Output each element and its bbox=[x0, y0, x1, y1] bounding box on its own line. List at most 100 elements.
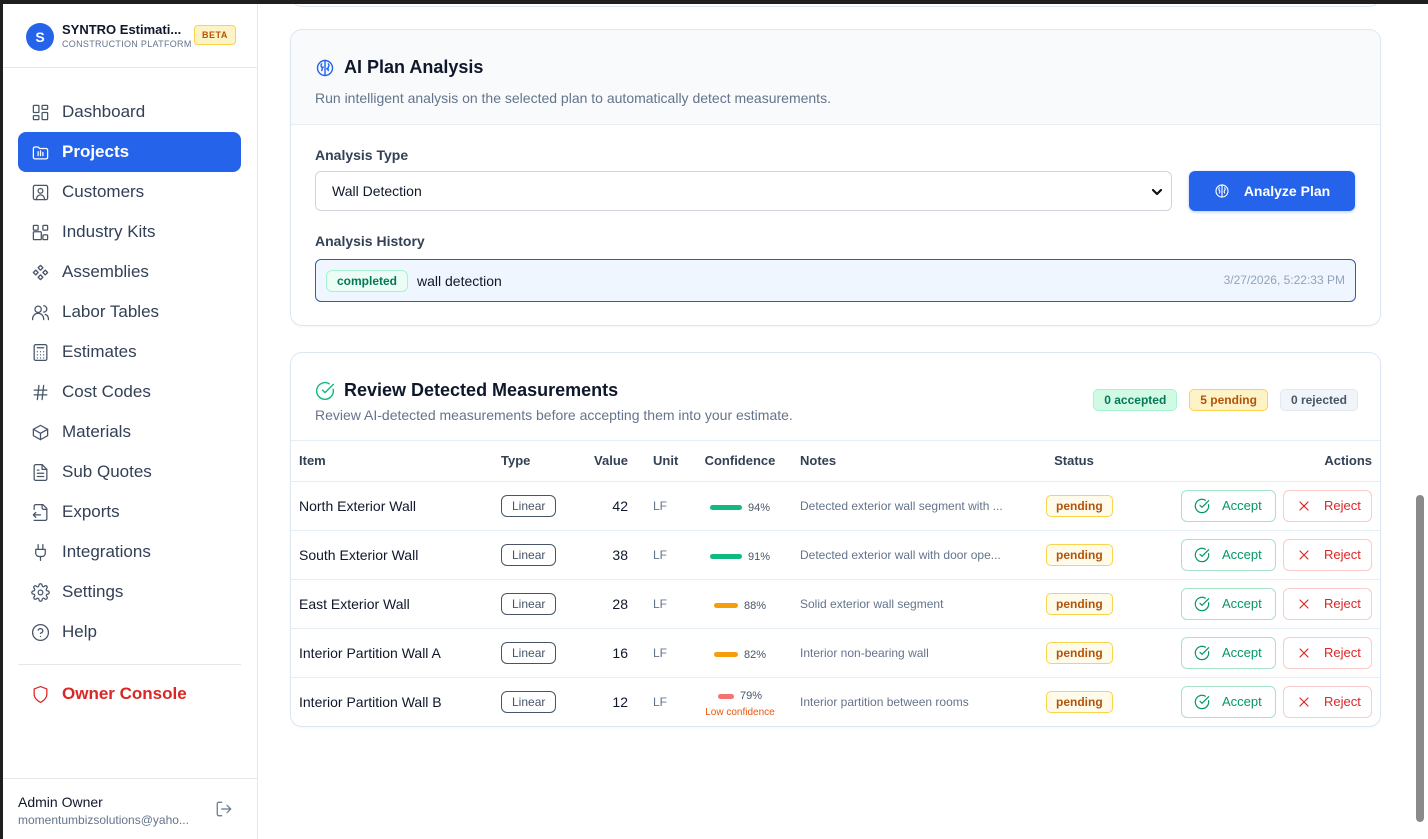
notes-text: Solid exterior wall segment bbox=[800, 596, 944, 611]
sidebar-item-settings[interactable]: Settings bbox=[18, 572, 241, 612]
sidebar-item-cost-codes[interactable]: Cost Codes bbox=[18, 372, 241, 412]
measurement-unit: LF bbox=[653, 498, 668, 513]
sidebar-item-sub-quotes[interactable]: Sub Quotes bbox=[18, 452, 241, 492]
analyze-plan-button[interactable]: Analyze Plan bbox=[1189, 171, 1355, 211]
user-name: Admin Owner bbox=[18, 794, 103, 810]
sidebar-item-label: Industry Kits bbox=[62, 222, 156, 241]
sidebar-item-materials[interactable]: Materials bbox=[18, 412, 241, 452]
sidebar-item-label: Sub Quotes bbox=[62, 462, 152, 481]
analysis-type-label: Analysis Type bbox=[315, 147, 409, 163]
brand-name[interactable]: SYNTRO Estimati... bbox=[62, 22, 186, 37]
sidebar-item-owner-console[interactable]: Owner Console bbox=[18, 674, 241, 714]
close-icon bbox=[1296, 498, 1312, 514]
card-title: Review Detected Measurements bbox=[315, 380, 618, 401]
type-badge: Linear bbox=[501, 641, 557, 664]
close-icon bbox=[1296, 694, 1312, 710]
nav-divider bbox=[18, 664, 241, 665]
shield-icon bbox=[30, 684, 50, 704]
sidebar-item-assemblies[interactable]: Assemblies bbox=[18, 252, 241, 292]
reject-button[interactable]: Reject bbox=[1283, 636, 1372, 669]
export-icon bbox=[30, 502, 50, 522]
reject-button[interactable]: Reject bbox=[1283, 685, 1372, 718]
review-description: Review AI-detected measurements before a… bbox=[315, 407, 793, 423]
card-title: AI Plan Analysis bbox=[315, 57, 483, 78]
reject-button[interactable]: Reject bbox=[1283, 538, 1372, 571]
confidence-bar bbox=[709, 505, 742, 511]
table-header-row: Item Type Value Unit Confidence Notes St… bbox=[291, 441, 1380, 481]
sidebar-item-integrations[interactable]: Integrations bbox=[18, 532, 241, 572]
sidebar-item-estimates[interactable]: Estimates bbox=[18, 332, 241, 372]
industry-kits-icon bbox=[30, 222, 50, 242]
table-body: North Exterior Wall Linear 42 LF 94% Det… bbox=[291, 481, 1380, 726]
accept-button[interactable]: Accept bbox=[1181, 489, 1276, 522]
accept-label: Accept bbox=[1222, 498, 1262, 513]
reject-label: Reject bbox=[1324, 596, 1361, 611]
brand-logo[interactable]: S bbox=[26, 23, 54, 51]
sidebar-item-help[interactable]: Help bbox=[18, 612, 241, 652]
hash-icon bbox=[30, 382, 50, 402]
check-circle-icon bbox=[1194, 694, 1210, 710]
scrollbar-thumb[interactable] bbox=[1416, 495, 1424, 822]
sidebar-item-label: Help bbox=[62, 622, 97, 641]
sidebar-item-label: Dashboard bbox=[62, 102, 146, 121]
accept-button[interactable]: Accept bbox=[1181, 636, 1276, 669]
status-badge: pending bbox=[1046, 690, 1113, 713]
chevron-down-icon bbox=[1151, 185, 1163, 197]
plug-icon bbox=[30, 542, 50, 562]
gear-icon bbox=[30, 582, 50, 602]
sidebar: S SYNTRO Estimati... CONSTRUCTION PLATFO… bbox=[0, 4, 258, 839]
sidebar-item-customers[interactable]: Customers bbox=[18, 172, 241, 212]
reject-button[interactable]: Reject bbox=[1283, 489, 1372, 522]
sidebar-item-label: Cost Codes bbox=[62, 382, 151, 401]
analysis-history-item[interactable]: completed wall detection 3/27/2026, 5:22… bbox=[315, 259, 1356, 302]
sidebar-item-labor-tables[interactable]: Labor Tables bbox=[18, 292, 241, 332]
column-header-type: Type bbox=[501, 453, 531, 469]
type-badge: Linear bbox=[501, 543, 557, 566]
table-row: South Exterior Wall Linear 38 LF 91% Det… bbox=[291, 530, 1380, 579]
reject-label: Reject bbox=[1324, 547, 1361, 562]
item-name: East Exterior Wall bbox=[299, 595, 410, 612]
check-circle-icon bbox=[315, 381, 335, 401]
sidebar-item-label: Materials bbox=[62, 422, 131, 441]
confidence-percent: 79% bbox=[739, 690, 763, 702]
notes-text: Detected exterior wall segment with ... bbox=[800, 498, 1003, 513]
estimates-icon bbox=[30, 342, 50, 362]
reject-button[interactable]: Reject bbox=[1283, 587, 1372, 620]
measurement-value: 38 bbox=[612, 546, 628, 563]
confidence-indicator: 88% bbox=[713, 599, 767, 612]
confidence-bar bbox=[709, 554, 742, 560]
analysis-type-select[interactable]: Wall Detection bbox=[315, 171, 1172, 211]
notes-text: Interior partition between rooms bbox=[800, 694, 969, 709]
review-title: Review Detected Measurements bbox=[344, 380, 619, 400]
status-badge: pending bbox=[1046, 641, 1113, 664]
sidebar-item-dashboard[interactable]: Dashboard bbox=[18, 92, 241, 132]
analysis-description: Run intelligent analysis on the selected… bbox=[315, 90, 831, 106]
sidebar-nav: Dashboard Projects Customers Industry Ki… bbox=[18, 92, 241, 714]
analysis-type-value: Wall Detection bbox=[332, 183, 422, 199]
sidebar-item-industry-kits[interactable]: Industry Kits bbox=[18, 212, 241, 252]
customers-icon bbox=[30, 182, 50, 202]
box-icon bbox=[30, 422, 50, 442]
brain-icon bbox=[1214, 183, 1230, 199]
measurement-value: 28 bbox=[612, 595, 628, 612]
sidebar-item-exports[interactable]: Exports bbox=[18, 492, 241, 532]
confidence-percent: 88% bbox=[743, 599, 767, 612]
user-panel: Admin Owner momentumbizsolutions@yaho... bbox=[3, 778, 258, 839]
accept-button[interactable]: Accept bbox=[1181, 538, 1276, 571]
logout-icon[interactable] bbox=[215, 800, 233, 818]
close-icon bbox=[1296, 596, 1312, 612]
column-header-actions: Actions bbox=[1324, 453, 1372, 469]
measurement-value: 12 bbox=[612, 693, 628, 710]
column-header-notes: Notes bbox=[800, 453, 837, 469]
accept-button[interactable]: Accept bbox=[1181, 685, 1276, 718]
check-circle-icon bbox=[1194, 596, 1210, 612]
accept-label: Accept bbox=[1222, 694, 1262, 710]
table-row: Interior Partition Wall B Linear 12 LF 7… bbox=[291, 677, 1380, 726]
accept-button[interactable]: Accept bbox=[1181, 587, 1276, 620]
sidebar-item-projects[interactable]: Projects bbox=[18, 132, 241, 172]
check-circle-icon bbox=[1194, 498, 1210, 514]
measurement-value: 16 bbox=[612, 644, 628, 661]
confidence-percent: 82% bbox=[743, 648, 767, 661]
review-measurements-card: Review Detected Measurements Review AI-d… bbox=[290, 352, 1381, 727]
confidence-indicator: 82% bbox=[713, 648, 767, 661]
